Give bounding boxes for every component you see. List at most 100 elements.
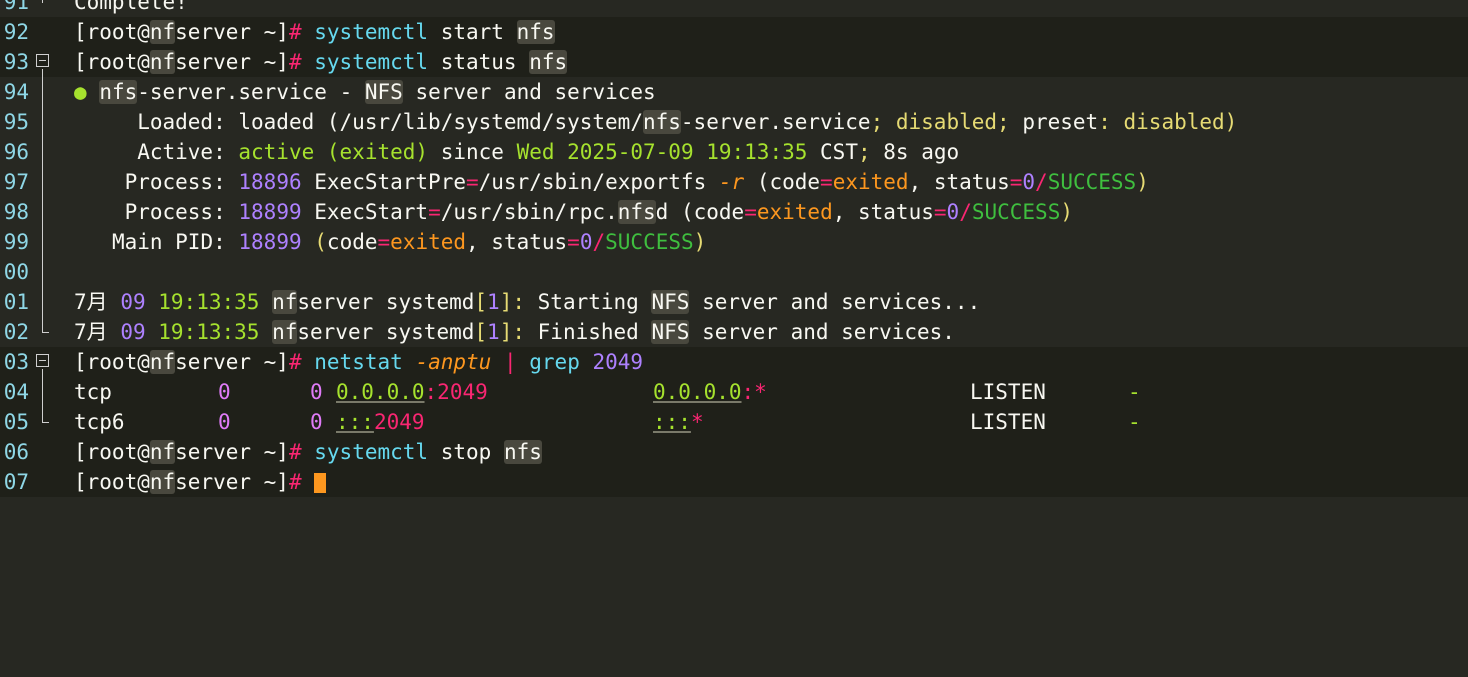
line-03: 03 [root@nfserver ~]# netstat -anptu | g…: [0, 347, 1468, 377]
fold-guide: [42, 197, 43, 227]
code-open: (code: [680, 200, 745, 224]
semicolon: ;: [997, 110, 1010, 134]
local-ip: 0.0.0.0: [336, 380, 425, 404]
line-content: ● nfs-server.service - NFS server and se…: [74, 77, 656, 107]
gutter: 91: [0, 0, 60, 17]
log-time: 19:13:35: [158, 320, 260, 344]
line-number: 99: [3, 230, 29, 254]
timezone: CST: [820, 140, 858, 164]
equals: =: [567, 230, 580, 254]
unit-name-rest: -server.service: [137, 80, 327, 104]
socket-state: LISTEN: [970, 410, 1046, 434]
line-number: 05: [3, 410, 29, 434]
log-msg-highlight: NFS: [651, 290, 690, 314]
line-number: 02: [3, 320, 29, 344]
prompt-hash: #: [288, 20, 302, 44]
prompt-open: [root@: [74, 440, 150, 464]
foreign-address: :::*: [653, 407, 704, 437]
pipe: |: [503, 350, 517, 374]
colon: :: [1098, 110, 1111, 134]
prompt-hash: #: [288, 440, 302, 464]
gutter: 93: [0, 47, 60, 77]
terminal-editor[interactable]: 91 Complete! 92 [root@nfserver ~]# syste…: [0, 0, 1468, 497]
gutter: 96: [0, 137, 60, 167]
status-key: , status: [908, 170, 1010, 194]
status-result: SUCCESS: [1047, 170, 1137, 194]
line-00: 00: [0, 257, 1468, 287]
line-content: [root@nfserver ~]# netstat -anptu | grep…: [74, 347, 643, 377]
prompt-host-highlight: nf: [149, 470, 176, 494]
line-number: 98: [3, 200, 29, 224]
slash: /: [592, 230, 606, 254]
fold-guide: [42, 107, 43, 137]
colon: :: [424, 380, 438, 404]
line-07[interactable]: 07 [root@nfserver ~]#: [0, 467, 1468, 497]
loaded-value: loaded: [238, 110, 315, 134]
log-month: 7月: [74, 290, 108, 314]
unit-path-highlight: nfs: [642, 110, 681, 134]
line-number: 93: [3, 50, 29, 74]
status-key: , status: [832, 200, 934, 224]
gutter: 94: [0, 77, 60, 107]
equals: =: [1009, 170, 1023, 194]
unit-desc-rest: server and services: [415, 80, 656, 104]
equals: =: [820, 170, 833, 194]
line-number: 00: [3, 260, 29, 284]
exec-flag: -r: [718, 170, 745, 194]
gutter: 00: [0, 257, 60, 287]
line-content: Process: 18899 ExecStart=/usr/sbin/rpc.n…: [124, 200, 1074, 224]
prompt-hash: #: [288, 350, 302, 374]
exec-key: ExecStart: [314, 200, 429, 224]
foreign-port: *: [690, 410, 704, 434]
command: grep: [529, 350, 580, 374]
exec-path-rest: d: [655, 200, 669, 224]
fold-end-guide: [42, 317, 49, 333]
line-content[interactable]: [root@nfserver ~]#: [74, 467, 327, 497]
equals: =: [465, 170, 479, 194]
field-label: Loaded: [137, 110, 214, 134]
prompt-open: [root@: [74, 50, 150, 74]
unit-name-highlight: nfs: [99, 80, 138, 104]
status-number: 0: [1022, 170, 1036, 194]
command-arg: stop: [440, 440, 492, 464]
line-number: 94: [3, 80, 29, 104]
command: netstat: [314, 350, 403, 374]
recv-q: 0: [218, 380, 231, 404]
prompt-open: [root@: [74, 20, 150, 44]
prompt-hash: #: [288, 50, 302, 74]
local-address: :::2049: [336, 407, 425, 437]
prompt-host-highlight: nf: [149, 50, 176, 74]
elapsed: 8s ago: [883, 140, 960, 164]
line-98: 98 Process: 18899 ExecStart=/usr/sbin/rp…: [0, 197, 1468, 227]
fold-guide: [42, 227, 43, 257]
fold-guide: [42, 69, 43, 77]
equals: =: [933, 200, 947, 224]
line-number: 96: [3, 140, 29, 164]
fold-guide: [42, 137, 43, 167]
command: systemctl: [314, 20, 429, 44]
unit-path: (/usr/lib/systemd/system/: [326, 110, 643, 134]
log-msg-rest: server and services.: [702, 320, 955, 344]
log-day: 09: [120, 320, 146, 344]
gutter: 03: [0, 347, 60, 377]
bracket: ]:: [499, 290, 525, 314]
code-value: exited: [832, 170, 909, 194]
close-paren: ): [1060, 200, 1074, 224]
fold-toggle-icon[interactable]: [36, 54, 49, 67]
text-cursor: [314, 473, 327, 493]
unit-desc-highlight: NFS: [364, 80, 403, 104]
program: -: [1128, 380, 1141, 404]
log-msg-rest: server and services...: [702, 290, 981, 314]
field-label: Process: [124, 170, 214, 194]
output-text: Complete!: [74, 0, 188, 14]
line-05: 05 tcp6 0 0 :::2049 :::* LISTEN -: [0, 407, 1468, 437]
log-msg-highlight: NFS: [651, 320, 690, 344]
gutter: 01: [0, 287, 60, 317]
log-host-rest: server systemd: [297, 320, 475, 344]
log-pid: 1: [487, 320, 500, 344]
fold-guide: [42, 377, 43, 407]
fold-toggle-icon[interactable]: [36, 354, 49, 367]
enabled-state: disabled: [895, 110, 998, 134]
line-content: Process: 18896 ExecStartPre=/usr/sbin/ex…: [124, 170, 1149, 194]
local-address: 0.0.0.0:2049: [336, 377, 488, 407]
